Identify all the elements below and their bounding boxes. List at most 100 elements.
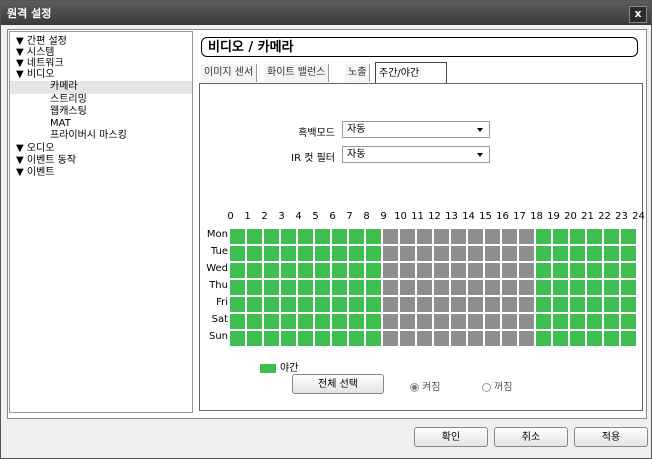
schedule-cell[interactable] [298, 246, 313, 261]
schedule-cell[interactable] [587, 246, 602, 261]
schedule-cell[interactable] [281, 331, 296, 346]
schedule-cell[interactable] [315, 280, 330, 295]
schedule-cell[interactable] [400, 280, 415, 295]
tree-item[interactable]: ▼ 비디오 [16, 69, 54, 81]
schedule-cell[interactable] [519, 263, 534, 278]
schedule-cell[interactable] [468, 263, 483, 278]
schedule-cell[interactable] [604, 314, 619, 329]
schedule-cell[interactable] [366, 280, 381, 295]
tree-item[interactable]: 스트리밍 [50, 94, 87, 106]
schedule-cell[interactable] [553, 229, 568, 244]
schedule-cell[interactable] [383, 280, 398, 295]
schedule-cell[interactable] [315, 314, 330, 329]
schedule-cell[interactable] [468, 297, 483, 312]
schedule-cell[interactable] [332, 229, 347, 244]
schedule-cell[interactable] [417, 314, 432, 329]
schedule-cell[interactable] [502, 263, 517, 278]
schedule-cell[interactable] [230, 229, 245, 244]
schedule-cell[interactable] [621, 263, 636, 278]
tree-item[interactable]: ▼ 이벤트 동작 [16, 155, 76, 167]
title-bar[interactable]: 원격 설정 x [1, 1, 651, 25]
schedule-cell[interactable] [332, 314, 347, 329]
schedule-cell[interactable] [281, 229, 296, 244]
schedule-cell[interactable] [349, 331, 364, 346]
schedule-cell[interactable] [383, 246, 398, 261]
schedule-cell[interactable] [502, 229, 517, 244]
schedule-cell[interactable] [502, 280, 517, 295]
schedule-cell[interactable] [570, 297, 585, 312]
schedule-cell[interactable] [468, 280, 483, 295]
schedule-cell[interactable] [468, 314, 483, 329]
ok-button[interactable]: 확인 [414, 427, 488, 447]
schedule-cell[interactable] [485, 229, 500, 244]
settings-tree[interactable]: ▼ 간편 설정 ▼ 시스템 ▼ 네트워크 ▼ 비디오 카메라 스트리밍 웹캐스팅 MAT 프라이… [9, 31, 193, 413]
schedule-cell[interactable] [553, 314, 568, 329]
schedule-cell[interactable] [417, 246, 432, 261]
schedule-cell[interactable] [349, 229, 364, 244]
schedule-cell[interactable] [315, 331, 330, 346]
schedule-cell[interactable] [621, 297, 636, 312]
schedule-cell[interactable] [315, 229, 330, 244]
schedule-cell[interactable] [315, 263, 330, 278]
schedule-cell[interactable] [485, 297, 500, 312]
schedule-cell[interactable] [451, 280, 466, 295]
schedule-cell[interactable] [332, 331, 347, 346]
schedule-cell[interactable] [383, 229, 398, 244]
schedule-cell[interactable] [587, 229, 602, 244]
schedule-cell[interactable] [417, 331, 432, 346]
tab-white-balance[interactable]: 화이트 밸런스 [264, 64, 330, 82]
schedule-cell[interactable] [400, 263, 415, 278]
tree-item[interactable]: ▼ 오디오 [16, 143, 54, 155]
schedule-cell[interactable] [264, 246, 279, 261]
schedule-cell[interactable] [485, 314, 500, 329]
schedule-cell[interactable] [451, 331, 466, 346]
schedule-cell[interactable] [230, 263, 245, 278]
schedule-cell[interactable] [451, 314, 466, 329]
schedule-cell[interactable] [230, 314, 245, 329]
schedule-cell[interactable] [570, 263, 585, 278]
schedule-cell[interactable] [536, 280, 551, 295]
schedule-cell[interactable] [485, 263, 500, 278]
schedule-cell[interactable] [519, 229, 534, 244]
schedule-cell[interactable] [553, 246, 568, 261]
tab-day-night[interactable]: 주간/야간 [375, 62, 447, 83]
schedule-cell[interactable] [332, 246, 347, 261]
select-all-button[interactable]: 전체 선택 [292, 374, 384, 394]
schedule-cell[interactable] [281, 297, 296, 312]
schedule-cell[interactable] [366, 246, 381, 261]
schedule-cell[interactable] [383, 331, 398, 346]
schedule-cell[interactable] [621, 331, 636, 346]
schedule-cell[interactable] [536, 246, 551, 261]
tree-item[interactable]: 웹캐스팅 [50, 106, 87, 118]
schedule-cell[interactable] [264, 280, 279, 295]
schedule-cell[interactable] [519, 280, 534, 295]
schedule-cell[interactable] [417, 229, 432, 244]
schedule-cell[interactable] [468, 246, 483, 261]
schedule-cell[interactable] [400, 314, 415, 329]
schedule-cell[interactable] [502, 331, 517, 346]
schedule-cell[interactable] [468, 229, 483, 244]
schedule-cell[interactable] [502, 297, 517, 312]
schedule-cell[interactable] [604, 297, 619, 312]
schedule-cell[interactable] [621, 246, 636, 261]
schedule-cell[interactable] [587, 331, 602, 346]
schedule-cell[interactable] [570, 314, 585, 329]
schedule-cell[interactable] [587, 297, 602, 312]
schedule-cell[interactable] [400, 246, 415, 261]
schedule-cell[interactable] [570, 246, 585, 261]
schedule-cell[interactable] [315, 246, 330, 261]
schedule-cell[interactable] [264, 229, 279, 244]
schedule-cell[interactable] [621, 280, 636, 295]
schedule-cell[interactable] [400, 229, 415, 244]
schedule-cell[interactable] [434, 314, 449, 329]
tree-item[interactable]: ▼ 이벤트 [16, 167, 54, 179]
schedule-cell[interactable] [485, 331, 500, 346]
tree-item[interactable]: MAT [50, 118, 71, 130]
tab-image-sensor[interactable]: 이미지 센서 [201, 64, 258, 82]
ir-filter-select[interactable]: 자동 [342, 146, 490, 163]
schedule-cell[interactable] [621, 229, 636, 244]
schedule-cell[interactable] [230, 331, 245, 346]
bw-mode-select[interactable]: 자동 [342, 121, 490, 138]
schedule-cell[interactable] [536, 263, 551, 278]
schedule-cell[interactable] [451, 229, 466, 244]
